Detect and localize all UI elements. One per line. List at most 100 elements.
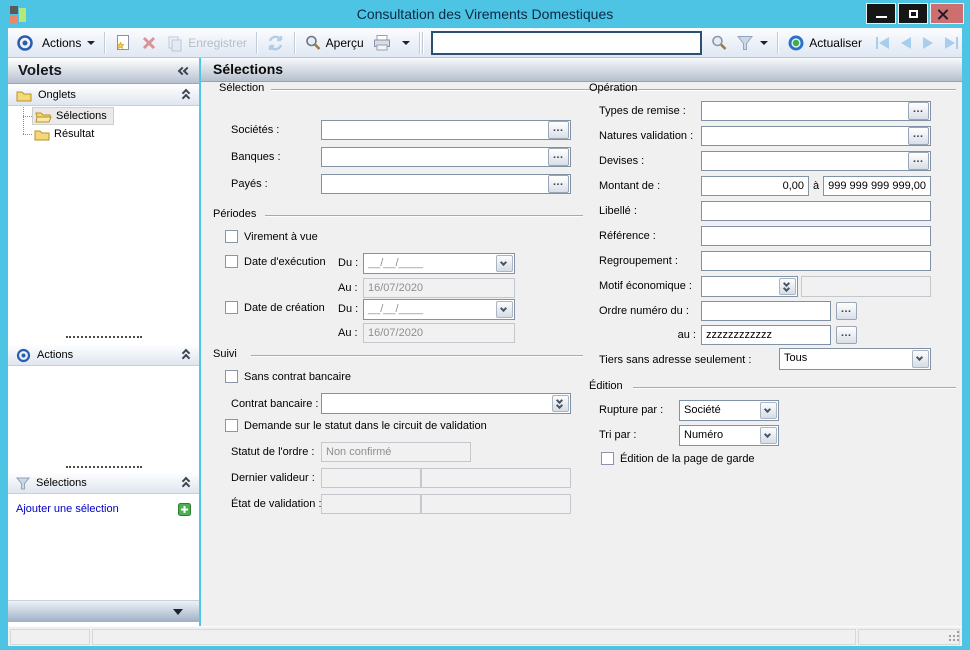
chevron-down-icon[interactable]	[496, 255, 513, 272]
date-execution-du-combo[interactable]: __/__/____	[363, 253, 515, 274]
maximize-button[interactable]	[898, 3, 928, 24]
natures-validation-browse-button[interactable]	[908, 127, 929, 145]
payes-input[interactable]	[321, 174, 571, 194]
funnel-icon	[16, 477, 30, 490]
contrat-bancaire-combo[interactable]	[321, 393, 571, 414]
add-selection-link[interactable]: Ajouter une sélection	[16, 503, 178, 515]
save-button[interactable]: Enregistrer	[162, 32, 251, 54]
delete-button[interactable]	[136, 32, 162, 54]
page-garde-label: Édition de la page de garde	[620, 453, 755, 465]
virement-a-vue-label: Virement à vue	[244, 231, 318, 243]
search-input[interactable]	[431, 31, 702, 55]
date-creation-checkbox[interactable]	[225, 301, 238, 314]
banques-browse-button[interactable]	[548, 148, 569, 166]
new-button[interactable]	[110, 32, 136, 54]
collapse-section-icon[interactable]	[181, 350, 191, 361]
preview-button[interactable]: Aperçu	[300, 32, 368, 54]
sidebar-collapse-strip[interactable]	[8, 600, 199, 622]
splitter-handle[interactable]	[66, 466, 142, 468]
ordre-numero-du-browse-button[interactable]	[836, 302, 857, 320]
demande-statut-checkbox[interactable]	[225, 419, 238, 432]
search-button[interactable]	[706, 32, 732, 54]
chevron-down-icon[interactable]	[912, 350, 929, 368]
payes-browse-button[interactable]	[548, 175, 569, 193]
reference-input[interactable]	[701, 226, 931, 246]
chevron-down-icon[interactable]	[760, 402, 777, 419]
resize-grip[interactable]	[949, 633, 959, 643]
section-selections-header[interactable]: Sélections	[8, 472, 199, 494]
collapse-section-icon[interactable]	[181, 478, 191, 489]
print-button[interactable]	[368, 32, 396, 54]
first-record-button[interactable]	[876, 37, 889, 49]
types-remise-input[interactable]	[701, 101, 931, 121]
regroupement-input[interactable]	[701, 251, 931, 271]
actions-label: Actions	[42, 36, 81, 50]
titlebar[interactable]: Consultation des Virements Domestiques	[0, 0, 970, 28]
close-button[interactable]	[930, 3, 964, 24]
page-garde-checkbox[interactable]	[601, 452, 614, 465]
group-line	[265, 215, 583, 216]
tri-par-select[interactable]: Numéro	[679, 425, 779, 446]
libelle-input[interactable]	[701, 201, 931, 221]
chevron-down-icon[interactable]	[760, 427, 777, 444]
montant-a-label: à	[813, 180, 819, 192]
group-line	[251, 355, 583, 356]
sans-contrat-label: Sans contrat bancaire	[244, 371, 351, 383]
refresh-arrows-icon	[266, 34, 285, 52]
first-icon	[879, 37, 889, 49]
tiers-sans-adresse-select[interactable]: Tous	[779, 348, 931, 370]
motif-economique-combo[interactable]	[701, 276, 798, 297]
date-creation-du-combo[interactable]: __/__/____	[363, 299, 515, 320]
types-remise-label: Types de remise :	[599, 105, 686, 117]
devises-browse-button[interactable]	[908, 152, 929, 170]
splitter-handle[interactable]	[66, 336, 142, 338]
section-actions-header[interactable]: Actions	[8, 344, 199, 366]
societes-input[interactable]	[321, 120, 571, 140]
content-header: Sélections	[201, 58, 962, 82]
ordre-numero-du-input[interactable]	[701, 301, 831, 321]
chevron-double-down-icon[interactable]	[779, 278, 796, 295]
print-options-button[interactable]	[396, 39, 414, 47]
section-onglets-header[interactable]: Onglets	[8, 84, 199, 106]
chevron-down-icon	[402, 41, 410, 45]
date-execution-checkbox[interactable]	[225, 255, 238, 268]
sync-button[interactable]	[262, 32, 289, 54]
rupture-par-select[interactable]: Société	[679, 400, 779, 421]
natures-validation-input[interactable]	[701, 126, 931, 146]
next-icon	[923, 37, 933, 49]
separator	[104, 32, 105, 54]
tiers-sans-adresse-label: Tiers sans adresse seulement :	[599, 354, 751, 366]
sans-contrat-checkbox[interactable]	[225, 370, 238, 383]
actions-menu-button[interactable]: Actions	[38, 34, 99, 52]
au-label: Au :	[338, 282, 358, 294]
montant-from-input[interactable]	[701, 176, 809, 196]
sidebar: Volets Onglets Sélections Résultat Actio…	[8, 58, 200, 626]
group-operation-title: Opération	[589, 82, 637, 94]
separator	[256, 32, 257, 54]
last-record-button[interactable]	[945, 37, 958, 49]
last-icon	[945, 37, 955, 49]
ordre-numero-au-input[interactable]	[701, 325, 831, 345]
collapse-section-icon[interactable]	[181, 90, 191, 101]
chevron-double-down-icon[interactable]	[552, 395, 569, 412]
collapse-sidebar-button[interactable]	[179, 66, 189, 77]
dernier-valideur-label: Dernier valideur :	[231, 472, 315, 484]
banques-input[interactable]	[321, 147, 571, 167]
societes-browse-button[interactable]	[548, 121, 569, 139]
sidebar-item-resultat[interactable]: Résultat	[34, 125, 94, 143]
types-remise-browse-button[interactable]	[908, 102, 929, 120]
sidebar-item-selections[interactable]: Sélections	[32, 107, 114, 125]
previous-record-button[interactable]	[901, 37, 911, 49]
montant-to-input[interactable]	[823, 176, 931, 196]
virement-a-vue-checkbox[interactable]	[225, 230, 238, 243]
add-plus-icon[interactable]	[178, 503, 191, 516]
refresh-button[interactable]: Actualiser	[783, 32, 866, 54]
reference-label: Référence :	[599, 230, 656, 242]
devises-input[interactable]	[701, 151, 931, 171]
chevron-down-icon[interactable]	[496, 301, 513, 318]
filter-button[interactable]	[732, 33, 772, 53]
next-record-button[interactable]	[923, 37, 933, 49]
minimize-button[interactable]	[866, 3, 896, 24]
group-line	[647, 89, 956, 90]
ordre-numero-au-browse-button[interactable]	[836, 326, 857, 344]
